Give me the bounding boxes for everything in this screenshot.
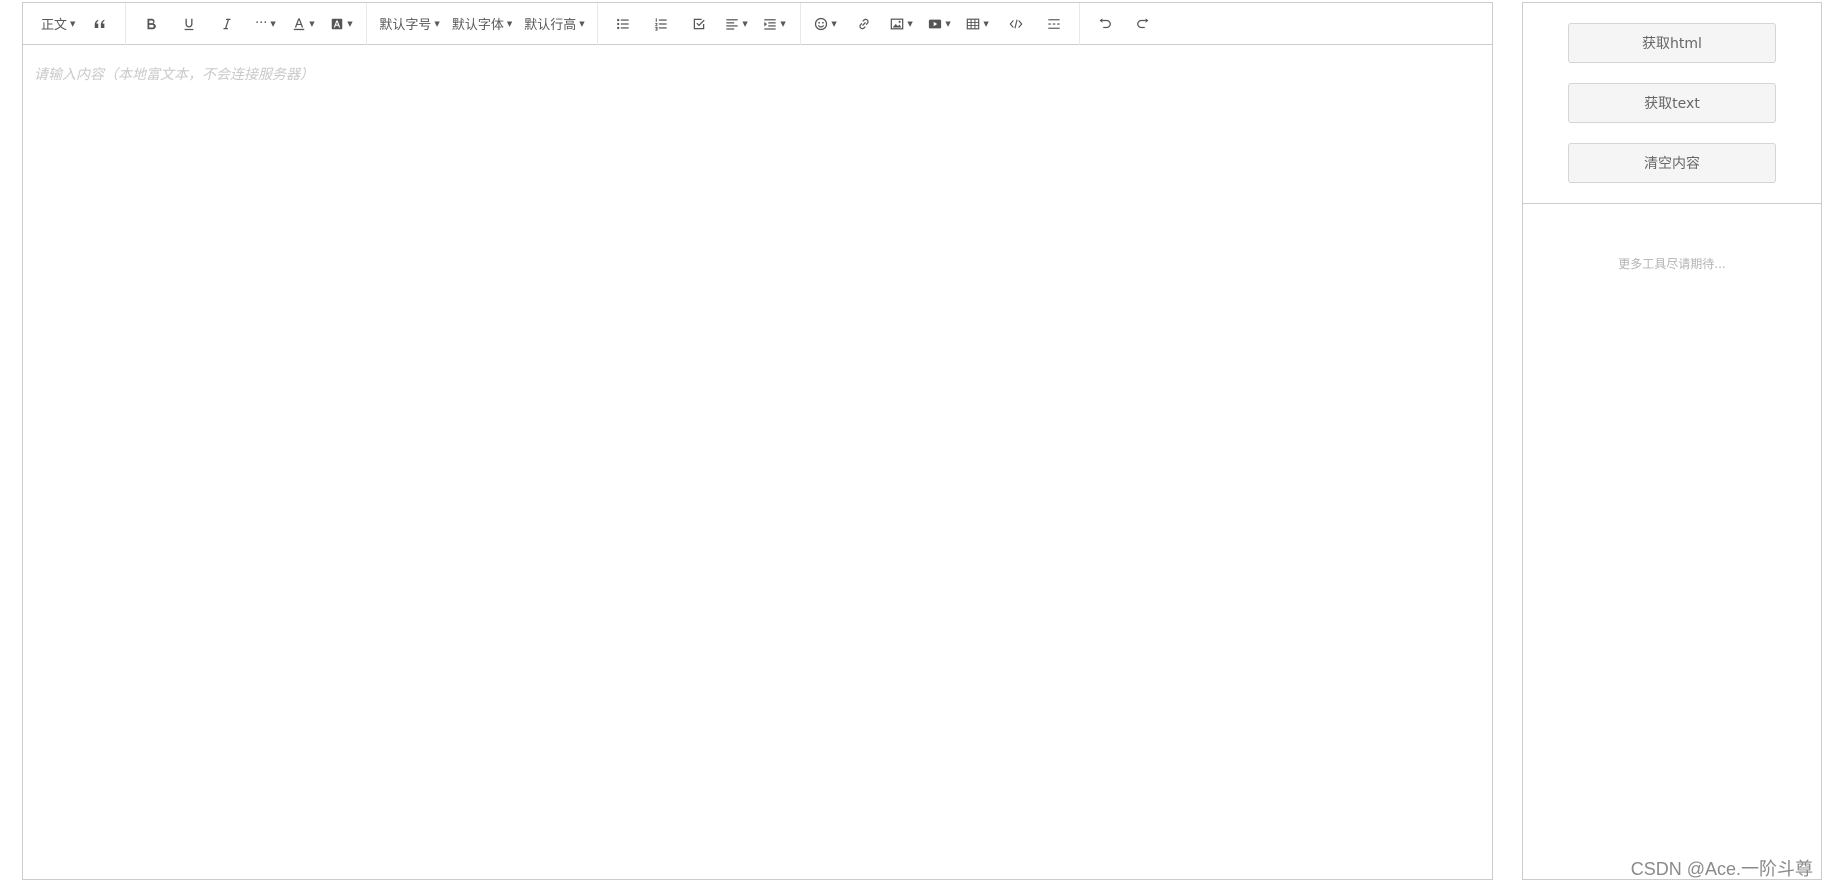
- divider-button[interactable]: [1035, 9, 1073, 39]
- bold-icon: [147, 18, 157, 29]
- editor-placeholder: 请输入内容（本地富文本，不会连接服务器）: [34, 67, 314, 83]
- align-button[interactable]: ▼: [718, 9, 756, 39]
- font-size-label: 默认字号: [379, 18, 432, 33]
- bulleted-list-button[interactable]: [604, 9, 642, 39]
- todo-icon: [693, 18, 705, 29]
- side-panel: 获取html 获取text 清空内容 更多工具尽请期待...: [1522, 2, 1822, 880]
- link-button[interactable]: [845, 9, 883, 39]
- font-family-select[interactable]: 默认字体 ▼: [446, 9, 518, 39]
- link-icon: [859, 18, 869, 29]
- chevron-down-icon: ▼: [907, 19, 913, 28]
- font-color-icon: [293, 17, 305, 30]
- numbered-list-icon: [654, 17, 667, 31]
- toolbar-group-heading: 正文 ▼: [29, 3, 125, 45]
- font-color-button[interactable]: ▼: [284, 9, 322, 39]
- divider-icon: [1047, 18, 1060, 29]
- indent-button[interactable]: ▼: [756, 9, 794, 39]
- chevron-down-icon: ▼: [780, 19, 786, 28]
- underline-button[interactable]: [170, 9, 208, 39]
- clear-content-button[interactable]: 清空内容: [1568, 143, 1776, 183]
- toolbar-group-insert: ▼ ▼ ▼ ▼: [801, 3, 1079, 45]
- bold-button[interactable]: [132, 9, 170, 39]
- chevron-down-icon: ▼: [831, 19, 837, 28]
- table-button[interactable]: ▼: [959, 9, 997, 39]
- side-actions: 获取html 获取text 清空内容: [1523, 3, 1821, 204]
- code-block-icon: [1009, 18, 1023, 29]
- editor-content-area[interactable]: 请输入内容（本地富文本，不会连接服务器）: [23, 45, 1492, 879]
- chevron-down-icon: ▼: [983, 19, 989, 28]
- numbered-list-button[interactable]: [642, 9, 680, 39]
- font-size-select[interactable]: 默认字号 ▼: [373, 9, 445, 39]
- image-button[interactable]: ▼: [883, 9, 921, 39]
- image-icon: [891, 18, 904, 29]
- chevron-down-icon: ▼: [434, 19, 440, 28]
- toolbar-group-history: [1080, 3, 1168, 45]
- emotion-button[interactable]: ▼: [807, 9, 845, 39]
- background-color-icon: [331, 18, 343, 29]
- chevron-down-icon: ▼: [270, 19, 276, 28]
- chevron-down-icon: ▼: [742, 19, 748, 28]
- csdn-watermark: CSDN @Ace.一阶斗尊: [1630, 859, 1813, 879]
- bulleted-list-icon: [616, 18, 629, 29]
- blockquote-icon: [95, 19, 105, 28]
- more-icon: ···: [255, 16, 268, 31]
- chevron-down-icon: ▼: [347, 19, 353, 28]
- italic-icon: [223, 18, 231, 29]
- rich-text-editor: 正文 ▼ ··· ▼ ▼ ▼ 默认字号 ▼ 默认字体 ▼ 默认行高 ▼ ▼ ▼ …: [22, 2, 1493, 880]
- heading-select-label: 正文: [41, 18, 68, 33]
- chevron-down-icon: ▼: [70, 19, 76, 28]
- code-block-button[interactable]: [997, 9, 1035, 39]
- chevron-down-icon: ▼: [579, 19, 585, 28]
- font-family-label: 默认字体: [451, 18, 504, 33]
- get-html-button[interactable]: 获取html: [1568, 23, 1776, 63]
- italic-button[interactable]: [208, 9, 246, 39]
- indent-icon: [764, 18, 777, 30]
- todo-button[interactable]: [680, 9, 718, 39]
- chevron-down-icon: ▼: [309, 19, 315, 28]
- underline-icon: [185, 18, 194, 30]
- blockquote-button[interactable]: [81, 9, 119, 39]
- redo-icon: [1136, 17, 1149, 28]
- chevron-down-icon: ▼: [506, 19, 513, 28]
- more-tools-note: 更多工具尽请期待...: [1618, 257, 1726, 271]
- video-button[interactable]: ▼: [921, 9, 959, 39]
- line-height-label: 默认行高: [524, 18, 577, 33]
- toolbar-group-format: ··· ▼ ▼ ▼: [126, 3, 366, 45]
- align-icon: [726, 18, 739, 30]
- toolbar-group-list: ▼ ▼: [598, 3, 800, 45]
- undo-icon: [1099, 17, 1111, 28]
- chevron-down-icon: ▼: [945, 19, 951, 28]
- more-style-button[interactable]: ··· ▼: [246, 9, 284, 39]
- background-color-button[interactable]: ▼: [322, 9, 360, 39]
- redo-button[interactable]: [1124, 9, 1162, 39]
- heading-select[interactable]: 正文 ▼: [35, 9, 81, 39]
- emotion-icon: [815, 17, 828, 30]
- table-icon: [967, 18, 980, 29]
- get-text-button[interactable]: 获取text: [1568, 83, 1776, 123]
- toolbar-group-font: 默认字号 ▼ 默认字体 ▼ 默认行高 ▼: [367, 3, 596, 45]
- line-height-select[interactable]: 默认行高 ▼: [518, 9, 590, 39]
- editor-toolbar: 正文 ▼ ··· ▼ ▼ ▼ 默认字号 ▼ 默认字体 ▼ 默认行高 ▼ ▼ ▼ …: [23, 2, 1492, 45]
- video-icon: [929, 19, 942, 28]
- undo-button[interactable]: [1086, 9, 1124, 39]
